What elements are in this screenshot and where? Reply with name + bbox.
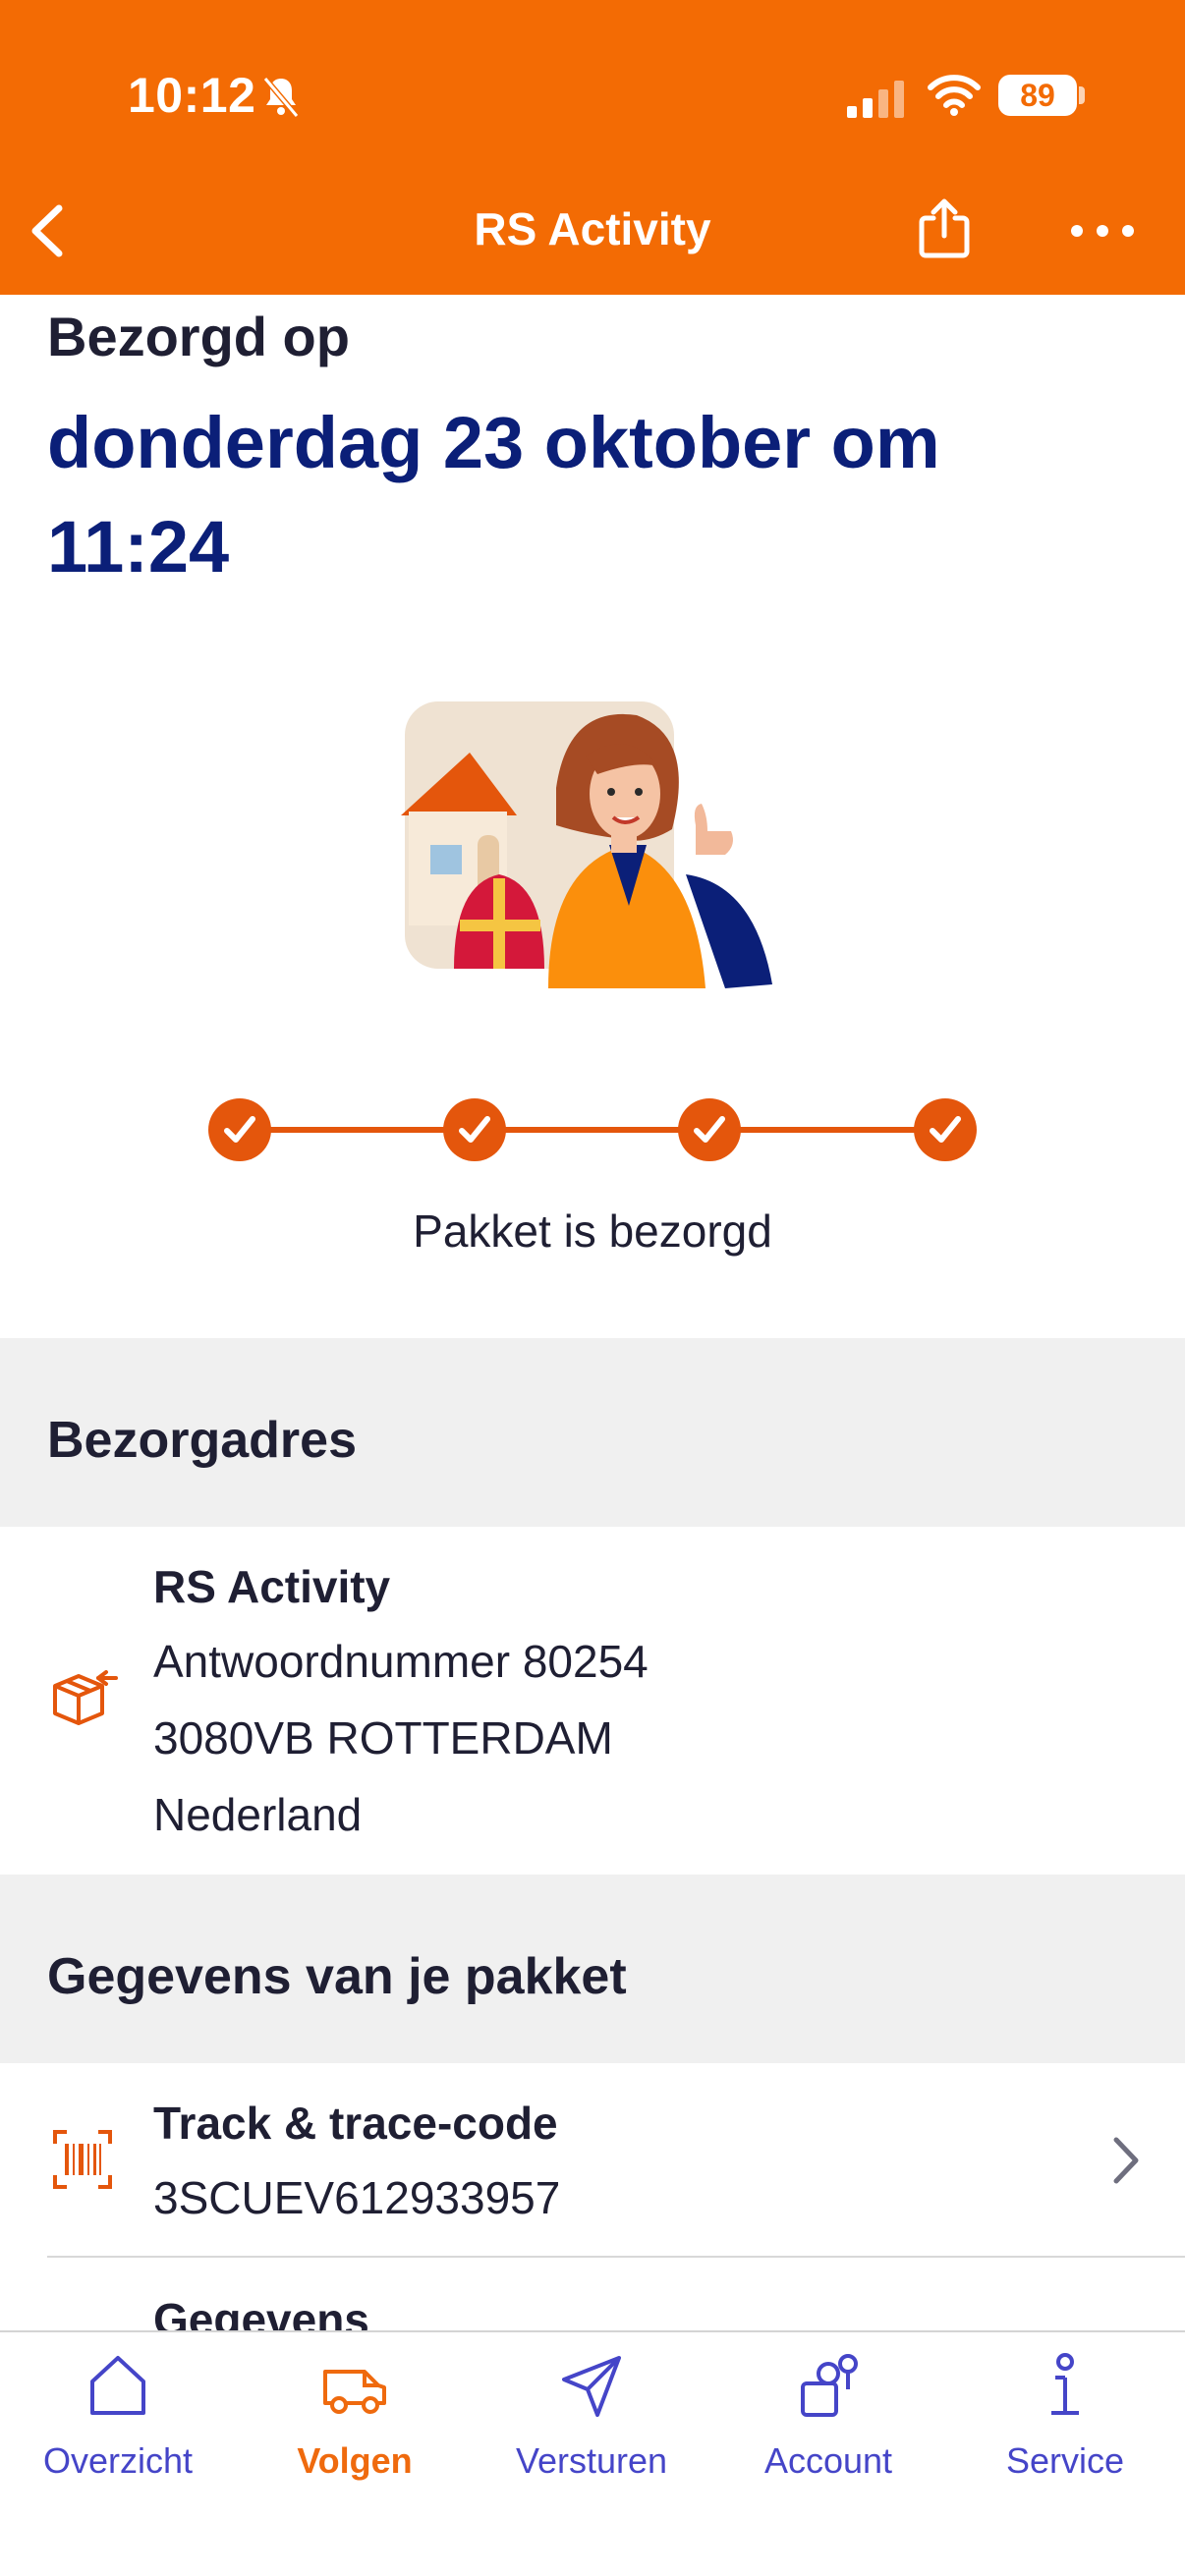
progress-status: Pakket is bezorgd: [413, 1205, 772, 1257]
app-header: 10:12 89 RS Activity: [0, 0, 1185, 295]
tab-account[interactable]: Account: [730, 2332, 927, 2490]
bell-muted-icon: [262, 77, 300, 118]
account-icon: [801, 2354, 858, 2417]
status-time: 10:12: [128, 68, 256, 123]
battery-cap: [1079, 86, 1085, 104]
tab-label: Volgen: [297, 2440, 413, 2481]
track-trace-title: Track & trace-code: [153, 2098, 558, 2149]
progress-line: [238, 1127, 947, 1133]
address-section-title: Bezorgadres: [47, 1412, 357, 1469]
signal-icon: [847, 81, 904, 118]
tab-overzicht[interactable]: Overzicht: [20, 2332, 216, 2490]
address-line: Antwoordnummer 80254: [153, 1636, 649, 1687]
tab-label: Service: [1005, 2440, 1125, 2481]
tab-label: Account: [763, 2440, 893, 2481]
delivered-date-line1: donderdag 23 oktober om: [47, 402, 940, 483]
divider: [47, 2256, 1185, 2258]
delivered-date: donderdag 23 oktober om 11:24: [47, 391, 1138, 599]
tab-service[interactable]: Service: [967, 2332, 1163, 2490]
track-trace-row[interactable]: [0, 2063, 1185, 2256]
tab-volgen[interactable]: Volgen: [256, 2332, 453, 2490]
info-icon: [1051, 2353, 1079, 2415]
delivered-date-line2: 11:24: [47, 506, 230, 588]
tab-versturen[interactable]: Versturen: [493, 2332, 690, 2490]
battery-indicator: 89: [998, 75, 1077, 116]
package-section-header: Gegevens van je pakket: [0, 1875, 1185, 2063]
package-section-title: Gegevens van je pakket: [47, 1948, 627, 2005]
address-line: Nederland: [153, 1789, 363, 1840]
package-return-icon: [53, 1670, 118, 1725]
home-icon: [90, 2356, 145, 2415]
progress-step-4: [914, 1098, 977, 1161]
track-trace-code: 3SCUEV612933957: [153, 2172, 561, 2223]
delivered-label: Bezorgd op: [47, 306, 350, 367]
tab-label: Versturen: [515, 2440, 668, 2481]
page-title: RS Activity: [474, 203, 711, 254]
share-button[interactable]: [910, 195, 979, 263]
progress-step-2: [443, 1098, 506, 1161]
delivery-illustration: [401, 701, 772, 988]
truck-icon: [323, 2370, 386, 2414]
wifi-icon: [928, 75, 981, 116]
address-name: RS Activity: [153, 1561, 391, 1612]
send-icon: [562, 2356, 621, 2417]
progress-step-3: [678, 1098, 741, 1161]
bottom-tab-bar: Overzicht Volgen Versturen Account Servi…: [0, 2330, 1185, 2576]
barcode-icon: [53, 2130, 112, 2189]
address-line: 3080VB ROTTERDAM: [153, 1712, 613, 1764]
more-options-button[interactable]: [1067, 206, 1138, 255]
chevron-right-icon[interactable]: [1108, 2134, 1144, 2187]
progress-step-1: [208, 1098, 271, 1161]
tab-label: Overzicht: [42, 2440, 194, 2481]
address-section-header: Bezorgadres: [0, 1338, 1185, 1527]
delivery-progress: [208, 1098, 977, 1161]
